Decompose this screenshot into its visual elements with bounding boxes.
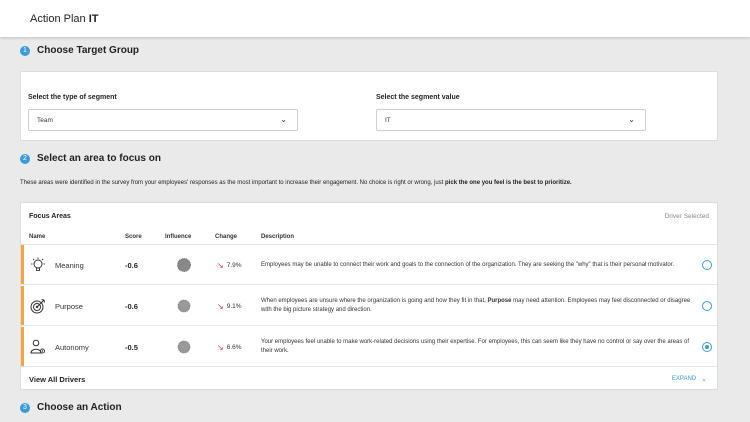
row-change: ↘ 9.1%	[217, 302, 242, 311]
segment-value-select[interactable]: IT ⌄	[376, 109, 646, 131]
step-label: Choose Target Group	[37, 45, 140, 56]
step-3-header: 3 Choose an Action	[20, 402, 122, 413]
trend-down-icon: ↘	[217, 302, 224, 311]
step-label: Choose an Action	[37, 402, 122, 413]
segment-type-select[interactable]: Team ⌄	[28, 109, 298, 131]
influence-indicator-icon	[177, 299, 191, 313]
table-row[interactable]: Autonomy -0.5 ↘ 6.6% Your employees feel…	[21, 327, 717, 367]
row-description: When employees are unsure where the orga…	[261, 298, 691, 313]
target-icon	[30, 299, 45, 314]
row-name: Autonomy	[55, 343, 89, 352]
segment-type-label: Select the type of segment	[28, 94, 117, 101]
step-number-badge: 3	[20, 402, 30, 413]
page-title-team: IT	[88, 13, 99, 25]
column-header-influence: Influence	[165, 234, 192, 240]
page-title: Action Plan IT	[30, 13, 99, 25]
row-score: -0.6	[125, 302, 138, 311]
row-accent-bar	[21, 286, 24, 325]
column-header-change: Change	[215, 234, 238, 240]
row-score: -0.6	[125, 261, 138, 270]
row-name: Purpose	[55, 302, 83, 311]
segment-value-label: Select the segment value	[376, 94, 460, 101]
expand-button[interactable]: EXPAND ⌄	[672, 375, 707, 383]
chevron-down-icon: ⌄	[701, 376, 707, 383]
row-score: -0.5	[125, 343, 138, 352]
step-label: Select an area to focus on	[37, 153, 161, 164]
select-driver-radio[interactable]	[702, 260, 712, 270]
view-all-drivers-link[interactable]: View All Drivers	[29, 375, 85, 384]
table-row[interactable]: Meaning -0.6 ↘ 7.9% Employees may be una…	[21, 245, 717, 285]
row-change: ↘ 6.6%	[217, 343, 242, 352]
trend-down-icon: ↘	[217, 261, 224, 270]
select-driver-radio[interactable]	[702, 301, 712, 311]
focus-intro-text: These areas were identified in the surve…	[20, 180, 572, 186]
step-2-header: 2 Select an area to focus on	[20, 153, 161, 164]
row-change: ↘ 7.9%	[217, 261, 242, 270]
driver-selected-label: Driver Selected	[664, 213, 709, 220]
influence-indicator-icon	[177, 340, 191, 354]
top-bar: Action Plan IT	[0, 0, 750, 37]
trend-down-icon: ↘	[217, 343, 224, 352]
step-number-badge: 2	[20, 153, 30, 164]
chevron-down-icon: ⌄	[280, 115, 287, 124]
influence-indicator-icon	[177, 258, 191, 272]
lightbulb-icon	[31, 257, 45, 271]
select-driver-radio-selected[interactable]	[702, 342, 712, 352]
segment-type-value: Team	[37, 117, 53, 124]
column-header-description: Description	[261, 234, 295, 240]
target-group-card: Select the type of segment Team ⌄ Select…	[20, 71, 718, 141]
segment-value-value: IT	[385, 117, 391, 124]
row-description: Your employees feel unable to make work-…	[261, 339, 690, 354]
column-header-name: Name	[29, 234, 46, 240]
step-1-header: 1 Choose Target Group	[20, 45, 139, 56]
person-gear-icon	[30, 339, 45, 354]
row-name: Meaning	[55, 261, 84, 270]
table-row[interactable]: Purpose -0.6 ↘ 9.1% When employees are u…	[21, 286, 717, 326]
chevron-down-icon: ⌄	[628, 115, 635, 124]
focus-areas-title: Focus Areas	[29, 213, 71, 220]
row-accent-bar	[21, 245, 24, 284]
step-number-badge: 1	[20, 45, 30, 56]
column-header-score: Score	[125, 234, 142, 240]
row-accent-bar	[21, 327, 24, 366]
row-description: Employees may be unable to connect their…	[261, 262, 675, 268]
focus-areas-card: Focus Areas Driver Selected Name Score I…	[20, 202, 718, 390]
